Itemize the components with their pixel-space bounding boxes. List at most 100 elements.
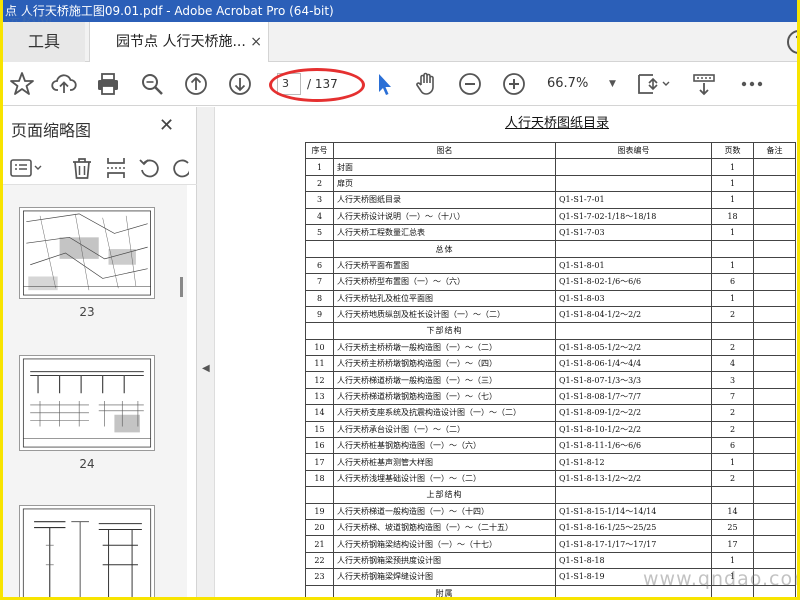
section-heading: 下部结构 <box>333 322 556 340</box>
page-thumbnail[interactable] <box>19 355 155 451</box>
cell-no: 5 <box>305 223 334 242</box>
cell-no: 23 <box>305 568 334 586</box>
bookmark-star-icon[interactable] <box>9 71 35 97</box>
cell-code: Q1-S1-7-01 <box>555 191 712 209</box>
print-icon[interactable] <box>95 71 121 97</box>
page-thumbnail[interactable] <box>19 505 155 597</box>
cell-code: Q1-S1-8-13-1/2～2/2 <box>555 469 712 488</box>
table-row: 6 人行天桥平面布置图 Q1-S1-8-01 1 <box>305 256 796 275</box>
rotate-left-icon[interactable] <box>137 155 163 181</box>
cell-no: 13 <box>305 387 334 406</box>
cell-no: 17 <box>305 453 334 471</box>
zoom-out-icon[interactable] <box>457 71 483 97</box>
table-section-row: 下部结构 <box>305 322 796 340</box>
section-heading: 附属 <box>333 584 556 597</box>
cell-note <box>753 420 796 439</box>
table-row: 17 人行天桥桩基声测管大样图 Q1-S1-8-12 1 <box>305 453 796 471</box>
cell-code <box>555 158 712 176</box>
hand-tool-icon[interactable] <box>413 71 439 97</box>
cell-note <box>753 518 796 537</box>
thumbnail-page-number: 24 <box>79 457 95 471</box>
select-cursor-icon[interactable] <box>371 71 397 97</box>
cell-note <box>753 551 796 570</box>
cell-no: 7 <box>305 273 334 291</box>
panel-title: 页面缩略图 <box>11 121 92 140</box>
cell-name: 人行天桥设计说明（一）～（十八） <box>333 207 556 225</box>
tab-bar: 工具 园节点 人行天桥施... × ? <box>3 22 797 63</box>
page-number-input[interactable]: 3 <box>277 73 301 95</box>
cell-note <box>753 273 796 291</box>
table-cell <box>555 240 712 258</box>
column-header: 图表编号 <box>555 141 712 160</box>
page-total: / 137 <box>307 77 338 91</box>
cell-no: 19 <box>305 502 334 520</box>
cell-pages: 2 <box>711 404 754 422</box>
table-row: 7 人行天桥桥型布置图（一）～（六） Q1-S1-8-02-1/6～6/6 6 <box>305 273 796 291</box>
tab-close-button[interactable]: × <box>250 22 262 62</box>
zoom-search-icon[interactable] <box>139 71 165 97</box>
tab-tools[interactable]: 工具 <box>3 22 85 62</box>
cell-name: 人行天桥钢箱梁结构设计图（一）～（十七） <box>333 535 556 553</box>
cell-no: 22 <box>305 551 334 570</box>
scroll-mode-icon[interactable] <box>691 71 717 97</box>
table-row: 3 人行天桥图纸目录 Q1-S1-7-01 1 <box>305 191 796 209</box>
table-row: 10 人行天桥主桥桥墩一般构造图（一）～（二） Q1-S1-8-05-1/2～2/2… <box>305 338 796 357</box>
cell-name: 人行天桥平面布置图 <box>333 256 556 275</box>
cell-name: 人行天桥梯、坡道钢筋构造图（一）～（二十五） <box>333 518 556 537</box>
cell-no: 2 <box>305 174 334 193</box>
table-cell <box>711 322 754 340</box>
cell-pages: 2 <box>711 469 754 488</box>
panel-splitter[interactable]: ◀ <box>197 107 215 597</box>
cell-name: 人行天桥梯道桥墩一般构造图（一）～（三） <box>333 371 556 389</box>
cell-note <box>753 338 796 357</box>
chevron-down-icon: ▼ <box>609 79 616 89</box>
cell-no: 6 <box>305 256 334 275</box>
collapse-panel-arrow-icon[interactable]: ◀ <box>202 363 210 374</box>
cell-pages: 3 <box>711 371 754 389</box>
section-heading: 总体 <box>333 240 556 258</box>
cell-pages: 14 <box>711 502 754 520</box>
cell-note <box>753 158 796 176</box>
page-fit-icon[interactable] <box>635 71 671 97</box>
thumbnail-options-icon[interactable] <box>9 155 45 181</box>
section-heading: 上部结构 <box>333 486 556 504</box>
cell-note <box>753 223 796 242</box>
extract-pages-icon[interactable] <box>103 155 129 181</box>
cell-note <box>753 387 796 406</box>
panel-close-button[interactable]: ✕ <box>159 115 174 136</box>
cell-code: Q1-S1-8-10-1/2～2/2 <box>555 420 712 439</box>
pdf-page: 人行天桥图纸目录 序号 图名 图表编号 页数 备注 1 封面 1 2 扉页 1 3 人行天桥图… <box>215 107 797 597</box>
tab-document[interactable]: 园节点 人行天桥施... × <box>89 22 269 63</box>
zoom-in-icon[interactable] <box>501 71 527 97</box>
document-view[interactable]: 人行天桥图纸目录 序号 图名 图表编号 页数 备注 1 封面 1 2 扉页 1 3 人行天桥图… <box>215 107 797 597</box>
zoom-level-dropdown[interactable]: 66.7% ▼ <box>547 73 623 95</box>
next-page-icon[interactable] <box>227 71 253 97</box>
rotate-right-icon[interactable] <box>169 155 189 181</box>
cell-code: Q1-S1-8-11-1/6～6/6 <box>555 437 712 455</box>
table-cell <box>305 240 334 258</box>
delete-page-icon[interactable] <box>69 155 95 181</box>
column-header: 备注 <box>753 141 796 160</box>
cell-code: Q1-S1-7-03 <box>555 223 712 242</box>
cell-no: 4 <box>305 207 334 225</box>
column-header: 序号 <box>305 141 334 160</box>
cell-code: Q1-S1-8-18 <box>555 551 712 570</box>
cell-name: 人行天桥浅埋基础设计图（一）～（二） <box>333 469 556 488</box>
help-icon[interactable]: ? <box>787 30 797 54</box>
cloud-upload-icon[interactable] <box>51 71 77 97</box>
cell-code: Q1-S1-7-02-1/18～18/18 <box>555 207 712 225</box>
page-thumbnail[interactable] <box>19 207 155 299</box>
window-title: 点 人行天桥施工图09.01.pdf - Adobe Acrobat Pro (… <box>5 4 334 18</box>
cell-code: Q1-S1-8-07-1/3～3/3 <box>555 371 712 389</box>
thumbnail-scrollbar[interactable] <box>180 277 183 297</box>
more-options-icon[interactable] <box>739 71 765 97</box>
table-header-row: 序号 图名 图表编号 页数 备注 <box>305 141 796 160</box>
previous-page-icon[interactable] <box>183 71 209 97</box>
cell-pages: 1 <box>711 191 754 209</box>
cell-pages: 1 <box>711 289 754 307</box>
cell-code: Q1-S1-8-17-1/17～17/17 <box>555 535 712 553</box>
main-toolbar: 3 / 137 66.7% ▼ <box>3 62 797 106</box>
cell-pages: 4 <box>711 355 754 373</box>
cell-note <box>753 174 796 193</box>
cell-note <box>753 437 796 455</box>
